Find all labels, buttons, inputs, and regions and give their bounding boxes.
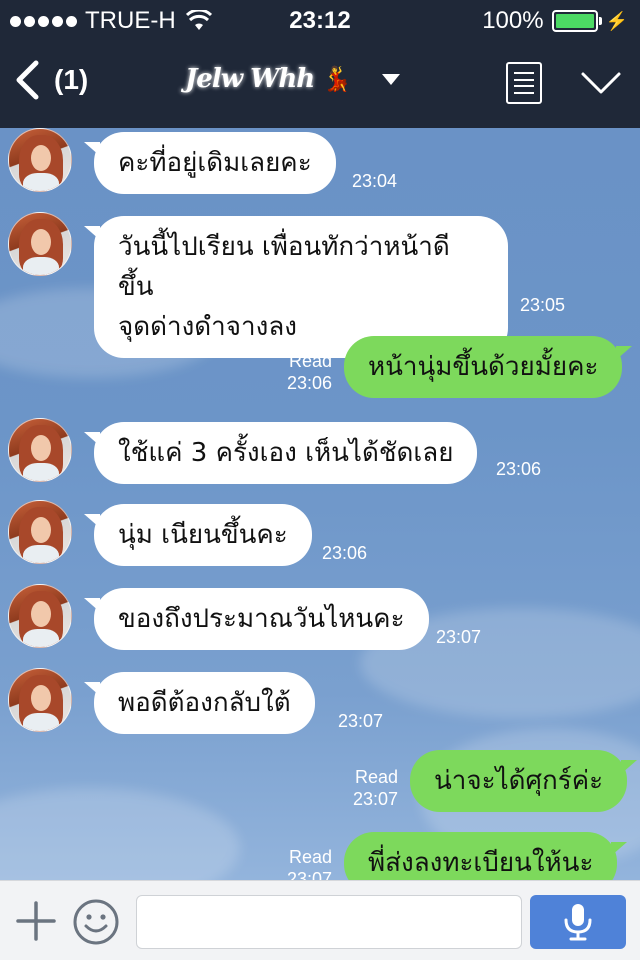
message-text-line: วันนี้ไปเรียน เพื่อนทักว่าหน้าดีขึ้น xyxy=(118,232,450,302)
message-time: 23:05 xyxy=(520,295,566,315)
contact-avatar[interactable] xyxy=(8,418,72,482)
message-time: 23:07 xyxy=(352,789,398,809)
message-bubble-incoming[interactable]: ของถึงประมาณวันไหนคะ xyxy=(84,588,429,650)
message-time: 23:06 xyxy=(286,373,332,393)
status-bar: TRUE-H 23:12 100% ⚡ xyxy=(0,0,640,42)
unread-count: (1) xyxy=(54,64,89,95)
message-bubble-outgoing[interactable]: พี่ส่งลงทะเบียนให้นะ xyxy=(344,832,628,880)
message-time: 23:07 xyxy=(286,869,332,880)
message-bubble-incoming[interactable]: นุ่ม เนียนขึ้นคะ xyxy=(84,504,312,566)
message-input-bar xyxy=(0,880,640,960)
battery-icon xyxy=(551,10,602,32)
plus-icon[interactable] xyxy=(16,901,56,941)
message-text: น่าจะได้ศุกร์ค่ะ xyxy=(434,766,604,796)
contact-avatar[interactable] xyxy=(8,584,72,648)
chat-area[interactable]: คะที่อยู่เดิมเลยคะ 23:04 วันนี้ไปเรียน เ… xyxy=(0,128,640,880)
charging-icon: ⚡ xyxy=(605,10,628,31)
status-right: 100% ⚡ xyxy=(482,7,628,35)
message-input[interactable] xyxy=(136,895,522,949)
message-text: หน้านุ่มขึ้นด้วยมั้ยคะ xyxy=(368,352,599,382)
message-bubble-outgoing[interactable]: หน้านุ่มขึ้นด้วยมั้ยคะ xyxy=(344,336,633,398)
message-text: คะที่อยู่เดิมเลยคะ xyxy=(118,148,312,178)
menu-icon[interactable] xyxy=(506,62,542,104)
message-time: 23:06 xyxy=(322,543,368,563)
contact-avatar[interactable] xyxy=(8,500,72,564)
voice-message-button[interactable] xyxy=(530,895,626,949)
message-text: พอดีต้องกลับใต้ xyxy=(118,688,291,718)
chevron-down-icon[interactable] xyxy=(580,68,622,98)
contact-avatar[interactable] xyxy=(8,668,72,732)
message-text: พี่ส่งลงทะเบียนให้นะ xyxy=(368,848,594,878)
message-bubble-incoming[interactable]: ใช้แค่ 3 ครั้งเอง เห็นได้ชัดเลย xyxy=(83,422,478,484)
contact-title[interactable]: Jelw Whh 💃 xyxy=(185,64,401,94)
caret-down-icon xyxy=(382,73,401,85)
contact-name: Jelw Whh xyxy=(185,64,315,94)
message-time: 23:04 xyxy=(352,171,398,191)
dancer-emoji: 💃 xyxy=(322,65,353,93)
message-time: 23:07 xyxy=(436,627,482,647)
message-bubble-incoming[interactable]: พอดีต้องกลับใต้ xyxy=(84,672,315,734)
read-receipt: Read xyxy=(288,847,332,867)
smiley-icon[interactable] xyxy=(72,898,120,946)
message-text: ของถึงประมาณวันไหนคะ xyxy=(118,604,405,634)
read-receipt: Read xyxy=(288,351,332,371)
contact-avatar[interactable] xyxy=(8,128,72,192)
message-text: นุ่ม เนียนขึ้นคะ xyxy=(118,520,288,550)
contact-avatar[interactable] xyxy=(8,212,72,276)
message-time: 23:06 xyxy=(496,459,542,479)
chevron-left-icon xyxy=(16,60,39,100)
back-button[interactable]: (1) xyxy=(14,60,88,100)
message-text: ใช้แค่ 3 ครั้งเอง เห็นได้ชัดเลย xyxy=(118,438,454,468)
message-bubble-incoming[interactable]: คะที่อยู่เดิมเลยคะ xyxy=(84,132,336,194)
chat-header: (1) Jelw Whh 💃 xyxy=(0,42,640,128)
message-time: 23:07 xyxy=(338,711,384,731)
read-receipt: Read xyxy=(354,767,398,787)
battery-percent: 100% xyxy=(482,7,544,34)
message-bubble-outgoing[interactable]: น่าจะได้ศุกร์ค่ะ xyxy=(410,750,638,812)
microphone-icon xyxy=(564,904,592,941)
